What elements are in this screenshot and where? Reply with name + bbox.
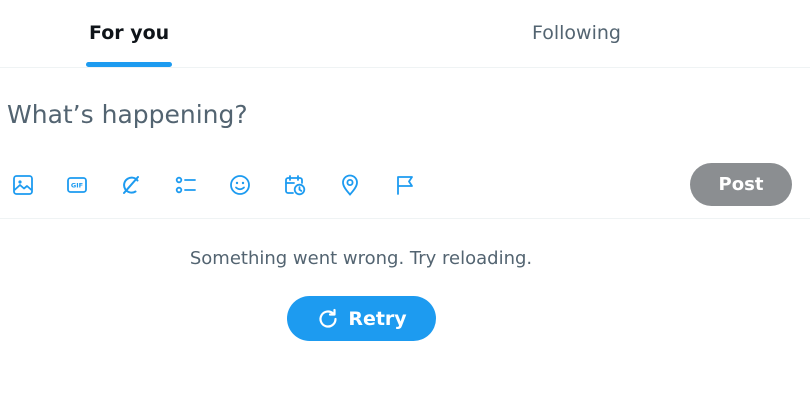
emoji-icon[interactable] — [226, 171, 254, 199]
flag-icon[interactable] — [391, 171, 419, 199]
refresh-icon — [319, 308, 337, 328]
gif-icon[interactable]: GIF — [63, 171, 91, 199]
composer-toolbar: GIF — [0, 168, 810, 202]
timeline-tabs: For you Following — [0, 0, 810, 68]
tab-following[interactable]: Following — [405, 0, 810, 67]
retry-label: Retry — [348, 307, 407, 330]
svg-text:GIF: GIF — [71, 182, 83, 190]
error-message: Something went wrong. Try reloading. — [189, 248, 533, 269]
grok-icon[interactable] — [117, 171, 145, 199]
tab-for-you-label: For you — [89, 22, 170, 44]
poll-icon[interactable] — [172, 171, 200, 199]
schedule-icon[interactable] — [281, 171, 309, 199]
retry-button[interactable]: Retry — [287, 296, 436, 341]
compose-input[interactable] — [7, 94, 707, 134]
tab-following-label: Following — [532, 22, 621, 44]
location-icon[interactable] — [336, 171, 364, 199]
tab-for-you[interactable]: For you — [0, 0, 260, 67]
post-button[interactable]: Post — [690, 163, 792, 206]
divider — [0, 218, 810, 219]
active-tab-indicator — [86, 62, 172, 67]
image-icon[interactable] — [9, 171, 37, 199]
